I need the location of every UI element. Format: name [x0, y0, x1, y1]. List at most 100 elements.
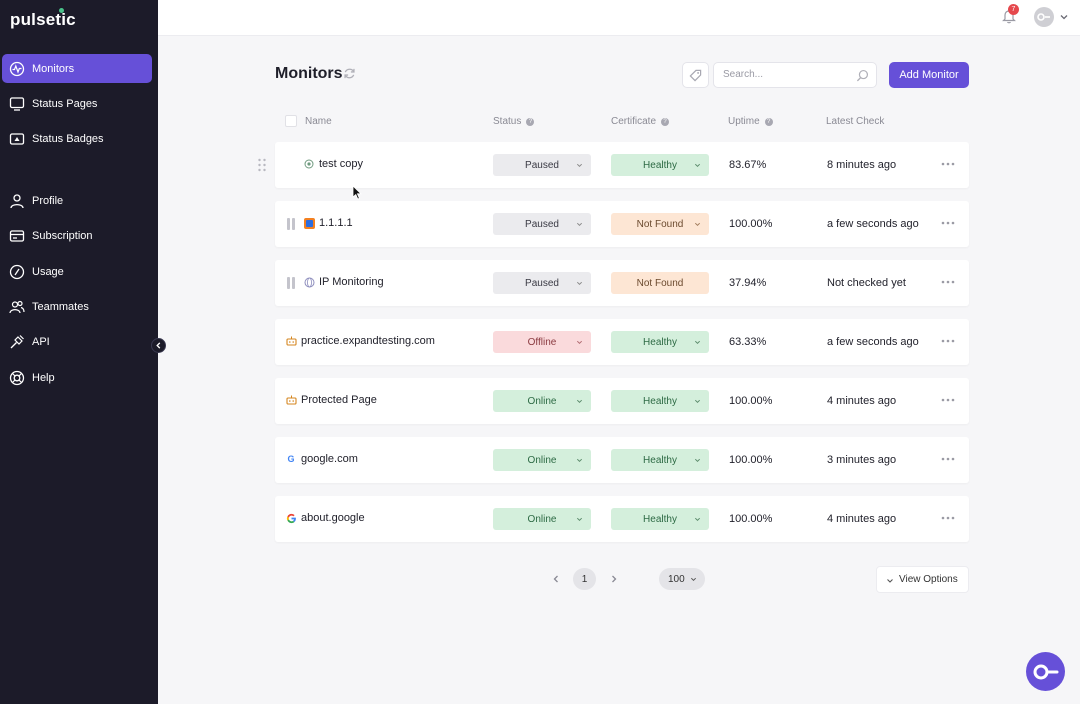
sidebar-item-profile[interactable]: Profile	[2, 186, 152, 215]
monitor-name[interactable]: test copy	[319, 158, 363, 170]
sidebar-item-monitors[interactable]: Monitors	[2, 54, 152, 83]
table-row[interactable]: practice.expandtesting.com Offline Healt…	[275, 319, 969, 365]
pause-icon[interactable]	[287, 218, 297, 230]
table-row[interactable]: Protected Page Online Healthy 100.00% 4 …	[275, 378, 969, 424]
more-options-icon[interactable]	[941, 161, 955, 167]
certificate-dropdown[interactable]: Healthy	[611, 508, 709, 530]
certificate-dropdown[interactable]: Healthy	[611, 449, 709, 471]
chevron-down-icon	[690, 577, 697, 582]
pause-icon[interactable]	[287, 277, 297, 289]
monitor-name[interactable]: IP Monitoring	[319, 276, 384, 288]
sidebar-collapse-button[interactable]	[151, 338, 166, 353]
more-options-icon[interactable]	[941, 397, 955, 403]
status-dropdown[interactable]: Online	[493, 449, 591, 471]
status-dropdown[interactable]: Paused	[493, 213, 591, 235]
column-header-status[interactable]: Status?	[493, 116, 535, 127]
view-options-button[interactable]: View Options	[876, 566, 969, 593]
column-header-latest-check[interactable]: Latest Check	[826, 116, 884, 127]
card-icon	[9, 229, 25, 242]
monitor-name[interactable]: 1.1.1.1	[319, 217, 353, 229]
certificate-dropdown[interactable]: Healthy	[611, 390, 709, 412]
monitor-name[interactable]: Protected Page	[301, 394, 377, 406]
column-header-name[interactable]: Name	[305, 116, 332, 127]
sidebar-item-subscription[interactable]: Subscription	[2, 221, 152, 250]
sidebar-item-api[interactable]: API	[2, 327, 152, 356]
sidebar: pulsetic Monitors Status Pages Status Ba…	[0, 0, 158, 704]
avatar[interactable]	[1034, 7, 1054, 27]
status-dropdown[interactable]: Online	[493, 508, 591, 530]
brand-logo[interactable]: pulsetic	[10, 8, 76, 30]
more-options-icon[interactable]	[941, 338, 955, 344]
sidebar-item-teammates[interactable]: Teammates	[2, 292, 152, 321]
view-options-label: View Options	[899, 574, 958, 585]
select-all-checkbox[interactable]	[285, 115, 297, 127]
monitor-name[interactable]: google.com	[301, 453, 358, 465]
more-options-icon[interactable]	[941, 279, 955, 285]
sidebar-item-label: Help	[32, 371, 55, 384]
help-icon[interactable]: ?	[661, 117, 670, 126]
sidebar-item-status-pages[interactable]: Status Pages	[2, 89, 152, 118]
more-options-icon[interactable]	[941, 456, 955, 462]
search-box	[713, 62, 877, 88]
chat-widget-button[interactable]	[1026, 652, 1065, 691]
next-page-icon[interactable]	[608, 572, 620, 586]
monitor-name[interactable]: about.google	[301, 512, 365, 524]
more-options-icon[interactable]	[941, 515, 955, 521]
search-input[interactable]	[723, 69, 853, 80]
sidebar-item-status-badges[interactable]: Status Badges	[2, 124, 152, 153]
refresh-icon[interactable]	[343, 67, 356, 80]
page-size-select[interactable]: 100	[659, 568, 705, 590]
latest-check-value: 4 minutes ago	[827, 395, 897, 407]
sidebar-item-label: Profile	[32, 194, 64, 207]
column-label: Latest Check	[826, 116, 885, 127]
uptime-value: 100.00%	[729, 454, 773, 466]
page-number-button[interactable]: 1	[573, 568, 596, 590]
sidebar-item-usage[interactable]: Usage	[2, 257, 152, 286]
column-header-uptime[interactable]: Uptime?	[728, 116, 773, 127]
add-monitor-button[interactable]: Add Monitor	[889, 62, 969, 88]
chevron-down-icon	[694, 163, 701, 168]
chevron-down-icon	[576, 399, 583, 404]
drag-handle-icon[interactable]	[257, 158, 267, 172]
user-icon	[10, 193, 24, 208]
chevron-down-icon	[694, 517, 701, 522]
more-options-icon[interactable]	[941, 220, 955, 226]
sidebar-item-label: Usage	[32, 265, 64, 278]
table-row[interactable]: test copy Paused Healthy 83.67% 8 minute…	[275, 142, 969, 188]
previous-page-icon[interactable]	[550, 572, 562, 586]
chevron-down-icon[interactable]	[1059, 12, 1069, 22]
certificate-dropdown[interactable]: Healthy	[611, 331, 709, 353]
certificate-dropdown[interactable]: Not Found	[611, 213, 709, 235]
certificate-dropdown[interactable]: Healthy	[611, 154, 709, 176]
help-icon[interactable]: ?	[526, 117, 535, 126]
screen-icon	[9, 96, 25, 111]
column-header-certificate[interactable]: Certificate?	[611, 116, 670, 127]
monitor-pulse-icon	[9, 61, 25, 76]
chevron-down-icon	[576, 458, 583, 463]
table-row[interactable]: G google.com Online Healthy 100.00% 3 mi…	[275, 437, 969, 483]
column-label: Uptime	[728, 116, 760, 127]
latest-check-value: a few seconds ago	[827, 336, 919, 348]
uptime-value: 63.33%	[729, 336, 767, 348]
table-row[interactable]: about.google Online Healthy 100.00% 4 mi…	[275, 496, 969, 542]
google-icon	[285, 512, 297, 524]
chevron-down-icon	[576, 281, 583, 286]
sidebar-item-label: Status Badges	[32, 132, 104, 145]
table-row[interactable]: 1.1.1.1 Paused Not Found 100.00% a few s…	[275, 201, 969, 247]
search-icon[interactable]	[856, 69, 869, 82]
latest-check-value: 4 minutes ago	[827, 513, 897, 525]
tag-filter-button[interactable]	[682, 62, 709, 88]
chat-icon	[1033, 664, 1058, 679]
status-dropdown[interactable]: Paused	[493, 154, 591, 176]
monitor-name[interactable]: practice.expandtesting.com	[301, 335, 435, 347]
globe-icon	[303, 276, 315, 288]
status-dropdown[interactable]: Offline	[493, 331, 591, 353]
sidebar-item-help[interactable]: Help	[2, 363, 152, 392]
status-dropdown[interactable]: Online	[493, 390, 591, 412]
gauge-icon	[9, 264, 25, 279]
latest-check-value: Not checked yet	[827, 277, 906, 289]
table-row[interactable]: IP Monitoring Paused Not Found 37.94% No…	[275, 260, 969, 306]
sidebar-item-label: API	[32, 335, 50, 348]
status-dropdown[interactable]: Paused	[493, 272, 591, 294]
help-icon[interactable]: ?	[764, 117, 773, 126]
